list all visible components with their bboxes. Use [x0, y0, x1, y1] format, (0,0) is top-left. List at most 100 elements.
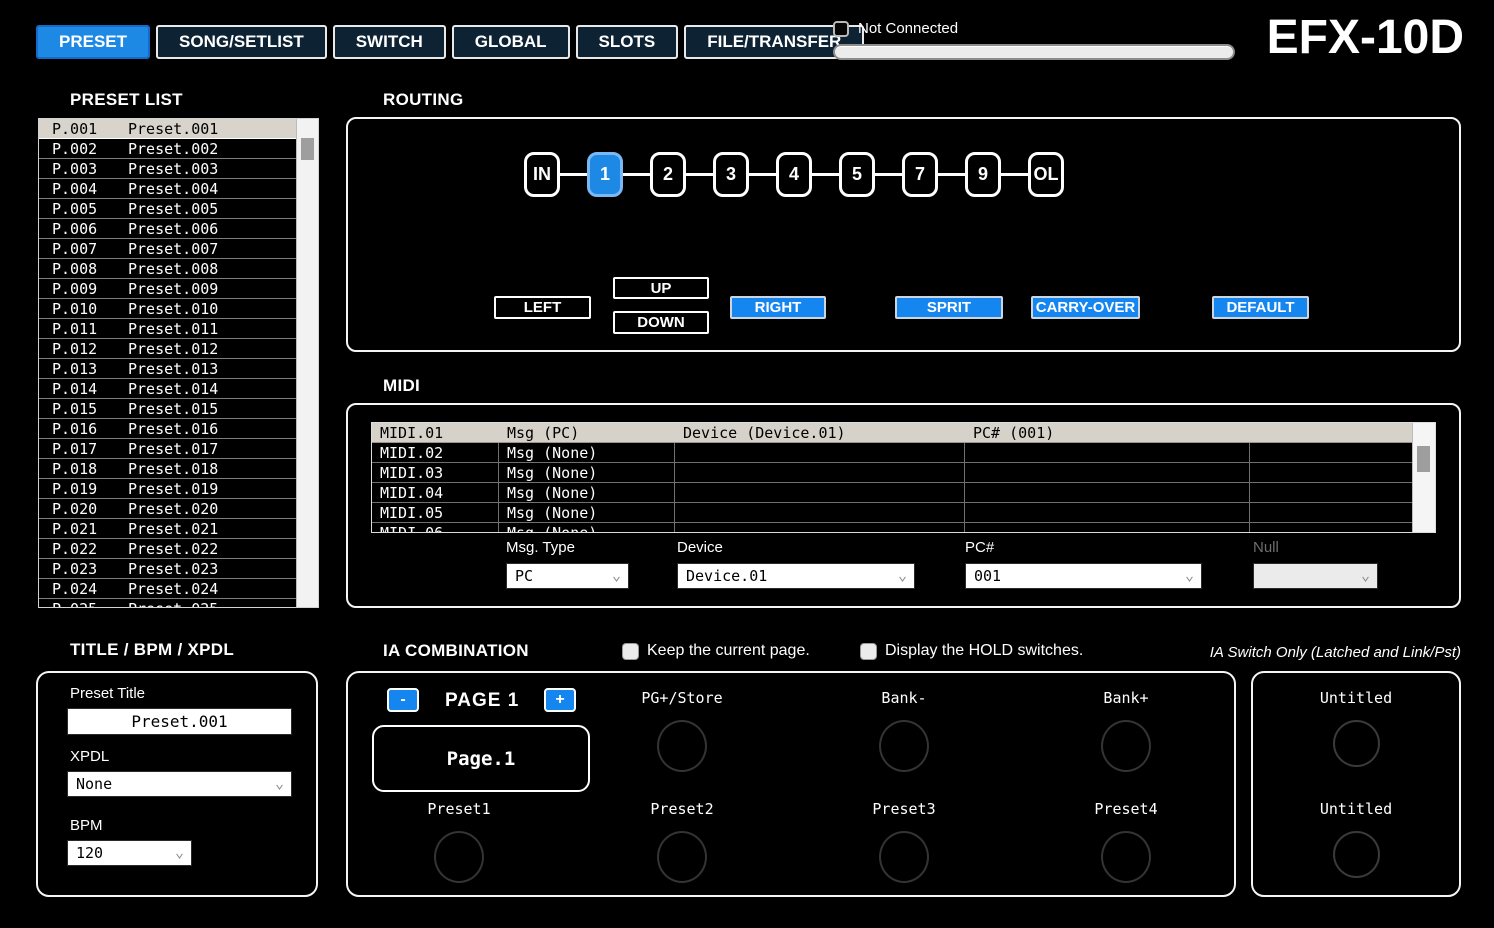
connection-area: Not Connected [833, 20, 1235, 60]
ia-switch-preset1-switch-circle[interactable] [434, 831, 484, 883]
table-row[interactable]: MIDI.01Msg (PC)Device (Device.01)PC# (00… [372, 423, 1412, 443]
page-minus-button[interactable]: - [387, 688, 419, 712]
routing-carry-over-button[interactable]: CARRY-OVER [1031, 296, 1140, 319]
preset-id: P.005 [52, 200, 128, 218]
table-cell [964, 523, 1249, 532]
routing-right-button[interactable]: RIGHT [730, 296, 826, 319]
list-item[interactable]: P.001Preset.001 [39, 119, 296, 139]
list-item[interactable]: P.006Preset.006 [39, 219, 296, 239]
page-plus-button[interactable]: + [544, 688, 576, 712]
connection-checkbox[interactable] [833, 21, 849, 37]
table-row[interactable]: MIDI.05Msg (None) [372, 503, 1412, 523]
list-item[interactable]: P.021Preset.021 [39, 519, 296, 539]
midi-table-scrollbar-thumb[interactable] [1417, 446, 1430, 472]
tab-song-setlist[interactable]: SONG/SETLIST [156, 25, 327, 59]
xpdl-select[interactable]: None ⌄ [67, 771, 292, 797]
list-item[interactable]: P.020Preset.020 [39, 499, 296, 519]
bpm-select[interactable]: 120 ⌄ [67, 840, 192, 866]
routing-node-3[interactable]: 3 [713, 152, 749, 197]
list-item[interactable]: P.007Preset.007 [39, 239, 296, 259]
ia-only-switch-2: Untitled [1254, 800, 1458, 878]
list-item[interactable]: P.009Preset.009 [39, 279, 296, 299]
routing-node-ol[interactable]: OL [1028, 152, 1064, 197]
ia-switch-bank--label: Bank- [834, 689, 974, 707]
routing-node-9[interactable]: 9 [965, 152, 1001, 197]
table-cell: Msg (None) [498, 523, 674, 532]
table-row[interactable]: MIDI.04Msg (None) [372, 483, 1412, 503]
device-select[interactable]: Device.01 ⌄ [677, 563, 915, 589]
tab-preset[interactable]: PRESET [36, 25, 150, 59]
chevron-down-icon: ⌄ [612, 566, 621, 584]
routing-left-button[interactable]: LEFT [494, 296, 591, 319]
routing-down-button[interactable]: DOWN [613, 311, 709, 334]
list-item[interactable]: P.017Preset.017 [39, 439, 296, 459]
table-cell: MIDI.01 [372, 423, 498, 442]
ia-switch-preset4: Preset4 [1056, 800, 1196, 883]
routing-node-in[interactable]: IN [524, 152, 560, 197]
routing-node-7[interactable]: 7 [902, 152, 938, 197]
ia-only-switch-1-switch-circle[interactable] [1333, 720, 1380, 767]
ia-switch-bank--switch-circle[interactable] [879, 720, 929, 772]
table-row[interactable]: MIDI.02Msg (None) [372, 443, 1412, 463]
list-item[interactable]: P.004Preset.004 [39, 179, 296, 199]
list-item[interactable]: P.016Preset.016 [39, 419, 296, 439]
ia-switch-preset2-switch-circle[interactable] [657, 831, 707, 883]
routing-node-2[interactable]: 2 [650, 152, 686, 197]
xpdl-value: None [76, 775, 112, 793]
list-item[interactable]: P.015Preset.015 [39, 399, 296, 419]
list-item[interactable]: P.013Preset.013 [39, 359, 296, 379]
ia-switch-pg-store-switch-circle[interactable] [657, 720, 707, 772]
table-row[interactable]: MIDI.03Msg (None) [372, 463, 1412, 483]
routing-node-1[interactable]: 1 [587, 152, 623, 197]
routing-up-button[interactable]: UP [613, 277, 709, 299]
list-item[interactable]: P.022Preset.022 [39, 539, 296, 559]
keep-page-checkbox[interactable] [622, 643, 639, 660]
routing-node-4[interactable]: 4 [776, 152, 812, 197]
preset-name: Preset.009 [128, 280, 218, 298]
pc-select[interactable]: 001 ⌄ [965, 563, 1202, 589]
list-item[interactable]: P.023Preset.023 [39, 559, 296, 579]
list-item[interactable]: P.024Preset.024 [39, 579, 296, 599]
table-cell [674, 483, 964, 502]
list-item[interactable]: P.025Preset.025 [39, 599, 296, 607]
preset-list-scrollbar-thumb[interactable] [301, 138, 314, 160]
preset-id: P.009 [52, 280, 128, 298]
hold-switches-checkbox-row: Display the HOLD switches. [860, 642, 1083, 660]
preset-name: Preset.003 [128, 160, 218, 178]
table-cell: MIDI.02 [372, 443, 498, 462]
tab-switch[interactable]: SWITCH [333, 25, 446, 59]
list-item[interactable]: P.012Preset.012 [39, 339, 296, 359]
page-display-button[interactable]: Page.1 [372, 725, 590, 792]
routing-node-5[interactable]: 5 [839, 152, 875, 197]
table-row[interactable]: MIDI.06Msg (None) [372, 523, 1412, 532]
list-item[interactable]: P.008Preset.008 [39, 259, 296, 279]
ia-switch-preset3-switch-circle[interactable] [879, 831, 929, 883]
routing-connector [623, 173, 650, 176]
ia-only-switch-2-switch-circle[interactable] [1333, 831, 1380, 878]
chevron-down-icon: ⌄ [175, 843, 184, 861]
preset-id: P.006 [52, 220, 128, 238]
routing-connector [686, 173, 713, 176]
routing-sprit-button[interactable]: SPRIT [895, 296, 1003, 319]
table-cell: MIDI.03 [372, 463, 498, 482]
routing-default-button[interactable]: DEFAULT [1212, 296, 1309, 319]
tab-slots[interactable]: SLOTS [576, 25, 679, 59]
list-item[interactable]: P.003Preset.003 [39, 159, 296, 179]
ia-switch-bank--switch-circle[interactable] [1101, 720, 1151, 772]
ia-switch-preset4-switch-circle[interactable] [1101, 831, 1151, 883]
list-item[interactable]: P.014Preset.014 [39, 379, 296, 399]
list-item[interactable]: P.018Preset.018 [39, 459, 296, 479]
list-item[interactable]: P.019Preset.019 [39, 479, 296, 499]
list-item[interactable]: P.002Preset.002 [39, 139, 296, 159]
connection-progress-bar [833, 44, 1235, 60]
list-item[interactable]: P.011Preset.011 [39, 319, 296, 339]
msg-type-select[interactable]: PC ⌄ [506, 563, 629, 589]
preset-title-input[interactable]: Preset.001 [67, 708, 292, 735]
midi-table-scrollbar[interactable] [1412, 423, 1435, 532]
preset-list-scrollbar[interactable] [296, 119, 318, 607]
preset-name: Preset.020 [128, 500, 218, 518]
tab-global[interactable]: GLOBAL [452, 25, 570, 59]
list-item[interactable]: P.005Preset.005 [39, 199, 296, 219]
hold-switches-checkbox[interactable] [860, 643, 877, 660]
list-item[interactable]: P.010Preset.010 [39, 299, 296, 319]
